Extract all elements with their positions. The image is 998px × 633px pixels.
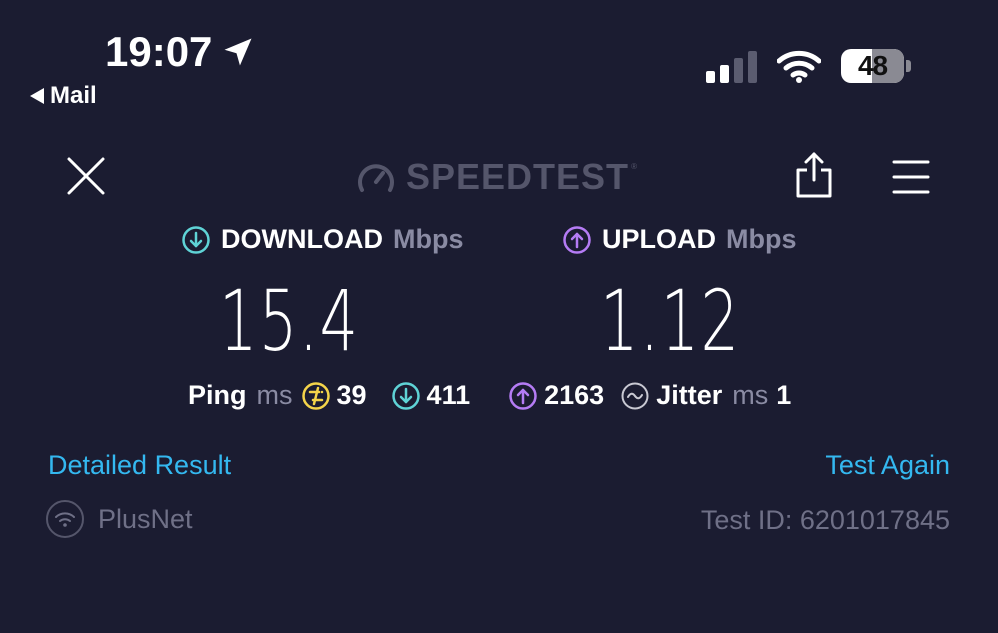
battery-level: 48 bbox=[857, 50, 888, 81]
upload-header: UPLOAD Mbps bbox=[562, 224, 797, 255]
back-app-label: Mail bbox=[50, 82, 97, 109]
jitter-unit: ms bbox=[732, 380, 769, 410]
brand-name: SPEEDTEST bbox=[406, 156, 630, 197]
jitter-label: Jitter bbox=[656, 380, 723, 410]
back-triangle-icon bbox=[30, 88, 44, 104]
ping-upload-value: 2163 bbox=[544, 380, 605, 410]
download-header: DOWNLOAD Mbps bbox=[181, 224, 463, 255]
speedtest-logo: SPEEDTEST ® bbox=[356, 156, 637, 198]
speedtest-result-screen: 19:07 Mail 48 SPEEDTEST ® DOWNLOAD Mbps … bbox=[0, 0, 998, 633]
upload-value: 1.12 bbox=[600, 272, 741, 370]
wifi-icon bbox=[777, 50, 821, 83]
battery-icon: 48 bbox=[841, 48, 911, 84]
detailed-result-link[interactable]: Detailed Result bbox=[48, 450, 231, 481]
wifi-provider-icon bbox=[46, 500, 84, 538]
status-time: 19:07 bbox=[105, 28, 256, 76]
download-unit: Mbps bbox=[392, 224, 464, 254]
jitter-value: 1 bbox=[776, 380, 792, 410]
ping-unit: ms bbox=[256, 380, 293, 410]
status-time-text: 19:07 bbox=[105, 28, 213, 75]
brand-trademark: ® bbox=[631, 162, 637, 171]
test-again-link[interactable]: Test Again bbox=[825, 450, 950, 481]
location-arrow-icon bbox=[224, 38, 252, 66]
provider-info: PlusNet bbox=[46, 500, 193, 538]
download-arrow-icon bbox=[391, 381, 420, 410]
upload-unit: Mbps bbox=[726, 224, 797, 254]
hamburger-menu-icon[interactable] bbox=[892, 158, 930, 196]
download-arrow-icon bbox=[182, 225, 210, 254]
test-id: Test ID: 6201017845 bbox=[700, 505, 950, 535]
latency-stats: Ping ms 39 411 2163 Jitter ms 1 bbox=[188, 380, 791, 411]
close-icon[interactable] bbox=[66, 156, 106, 196]
provider-name: PlusNet bbox=[98, 503, 193, 534]
upload-arrow-icon bbox=[509, 381, 537, 410]
gauge-icon bbox=[358, 164, 394, 192]
ping-upload: 2163 bbox=[508, 380, 604, 411]
download-value: 15.4 bbox=[219, 272, 360, 370]
ping-download: 411 bbox=[391, 380, 471, 411]
cellular-signal-icon bbox=[706, 49, 757, 83]
ping-idle: 39 bbox=[301, 380, 367, 411]
ping-download-value: 411 bbox=[426, 380, 471, 410]
back-to-app-button[interactable]: Mail bbox=[30, 82, 97, 110]
status-indicators: 48 bbox=[706, 48, 911, 84]
jitter: Jitter bbox=[620, 380, 722, 411]
ping-idle-value: 39 bbox=[336, 380, 367, 410]
upload-label: UPLOAD bbox=[602, 224, 716, 254]
jitter-wave-icon bbox=[621, 382, 649, 409]
download-label: DOWNLOAD bbox=[221, 224, 383, 254]
idle-ping-icon bbox=[301, 381, 330, 410]
share-icon[interactable] bbox=[794, 150, 834, 200]
upload-arrow-icon bbox=[563, 225, 591, 254]
ping-label: Ping bbox=[188, 380, 247, 410]
